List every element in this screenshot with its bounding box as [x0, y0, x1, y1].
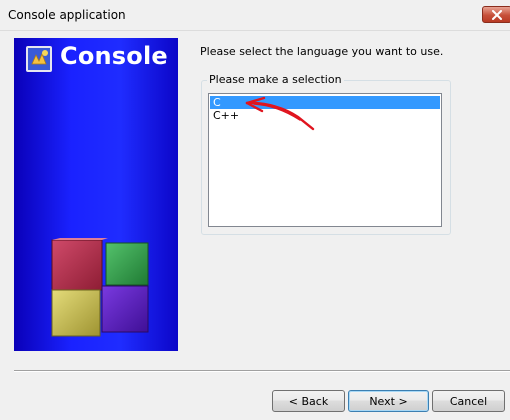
- codeblocks-cubes-icon: [51, 238, 149, 337]
- language-option-c[interactable]: C: [210, 96, 440, 109]
- banner-title: Console: [60, 42, 168, 70]
- next-button[interactable]: Next >: [348, 390, 429, 412]
- codeblocks-logo-icon: [26, 46, 52, 72]
- cancel-button[interactable]: Cancel: [432, 390, 505, 412]
- groupbox-label: Please make a selection: [207, 73, 344, 86]
- footer-separator: [14, 370, 510, 372]
- wizard-banner: Console: [14, 38, 178, 351]
- window-title: Console application: [8, 8, 126, 22]
- close-icon: [492, 9, 502, 20]
- close-button[interactable]: [482, 6, 510, 23]
- back-button[interactable]: < Back: [272, 390, 345, 412]
- language-option-cpp[interactable]: C++: [210, 109, 440, 122]
- language-prompt: Please select the language you want to u…: [200, 45, 444, 58]
- language-listbox[interactable]: C C++: [208, 93, 442, 227]
- title-bar: Console application: [0, 0, 510, 31]
